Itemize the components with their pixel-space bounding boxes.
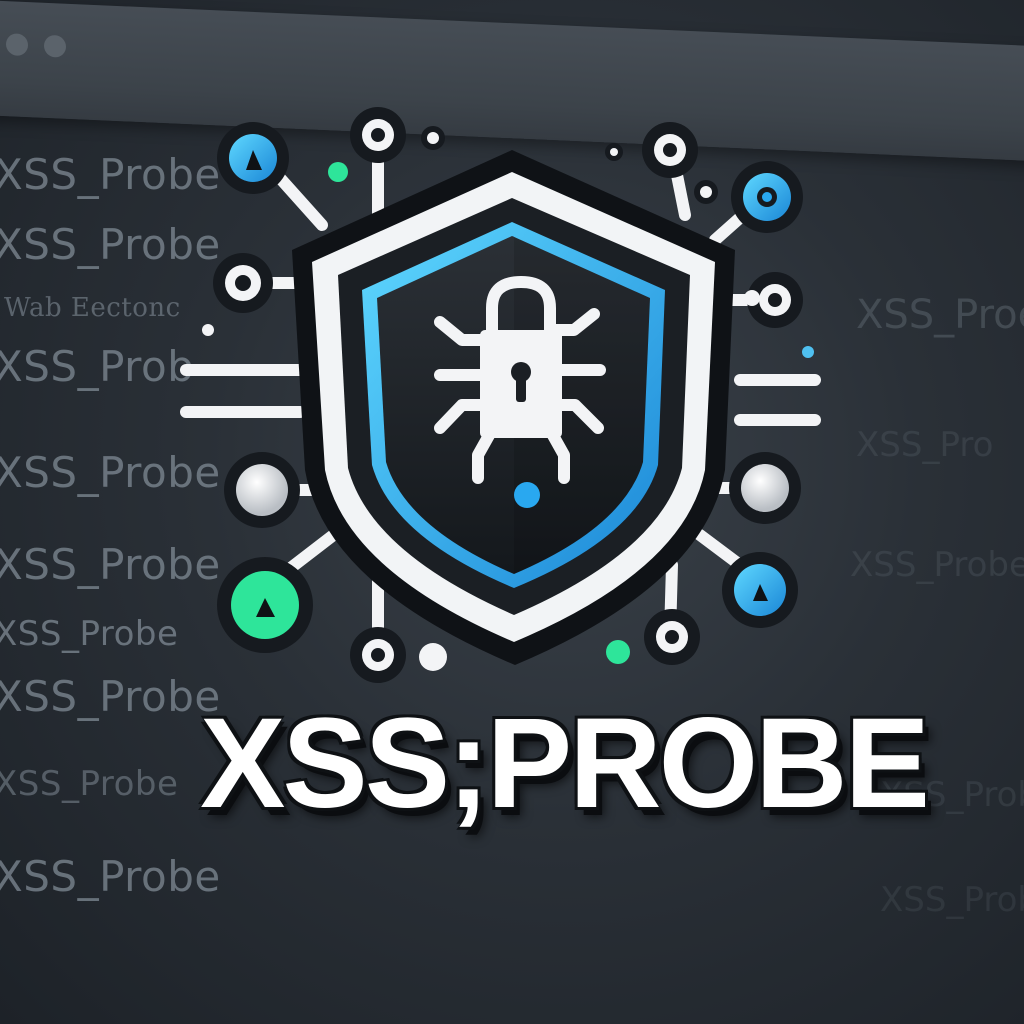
logo-emblem [180, 107, 821, 683]
dot-icon [202, 324, 214, 336]
circuit-node-icon [741, 464, 789, 512]
dot-icon [419, 643, 447, 671]
dot-icon [744, 290, 760, 306]
dot-icon [328, 162, 348, 182]
wordmark-title: XSS;PROBE [200, 692, 930, 835]
dot-icon [802, 346, 814, 358]
circuit-node-icon [236, 464, 288, 516]
dot-icon [578, 318, 586, 326]
dot-icon [514, 482, 540, 508]
dot-icon [606, 640, 630, 664]
